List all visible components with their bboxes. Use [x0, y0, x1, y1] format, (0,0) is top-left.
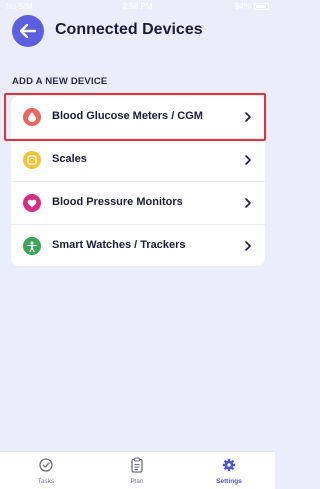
chevron-right-icon	[245, 241, 251, 251]
section-label: ADD A NEW DEVICE	[12, 76, 108, 87]
device-row-blood-glucose[interactable]: Blood Glucose Meters / CGM	[11, 96, 265, 138]
device-row-blood-pressure[interactable]: Blood Pressure Monitors	[11, 182, 265, 224]
tab-settings[interactable]: Settings	[199, 457, 259, 485]
device-row-scales[interactable]: Scales	[11, 139, 265, 181]
clipboard-icon	[131, 457, 143, 473]
arrow-left-icon	[20, 24, 36, 38]
chevron-right-icon	[245, 112, 251, 122]
scale-icon	[23, 151, 41, 169]
tab-tasks[interactable]: Tasks	[16, 457, 76, 485]
tab-plan[interactable]: Plan	[107, 457, 167, 485]
gear-icon	[222, 458, 236, 472]
battery-percent: 94%	[234, 2, 251, 11]
device-label: Scales	[52, 153, 87, 165]
back-button[interactable]	[12, 15, 44, 47]
chevron-right-icon	[245, 198, 251, 208]
person-icon	[23, 237, 41, 255]
tab-label: Tasks	[37, 478, 55, 485]
device-label: Blood Pressure Monitors	[52, 196, 183, 208]
device-label: Blood Glucose Meters / CGM	[52, 110, 203, 122]
check-circle-icon	[39, 458, 53, 472]
tab-bar: Tasks Plan Settings	[0, 451, 275, 489]
tab-label: Plan	[130, 478, 144, 485]
tab-label: Settings	[216, 478, 242, 485]
device-list: Blood Glucose Meters / CGM Scales Blood …	[11, 96, 265, 266]
page-title: Connected Devices	[55, 21, 203, 38]
device-row-smart-watches[interactable]: Smart Watches / Trackers	[11, 225, 265, 267]
blood-drop-icon	[23, 108, 41, 126]
status-bar: No SIM 2:58 PM 94%	[0, 0, 275, 14]
battery-icon	[254, 3, 269, 10]
chevron-right-icon	[245, 155, 251, 165]
heart-icon	[23, 194, 41, 212]
status-time: 2:58 PM	[122, 2, 153, 11]
device-label: Smart Watches / Trackers	[52, 239, 186, 251]
